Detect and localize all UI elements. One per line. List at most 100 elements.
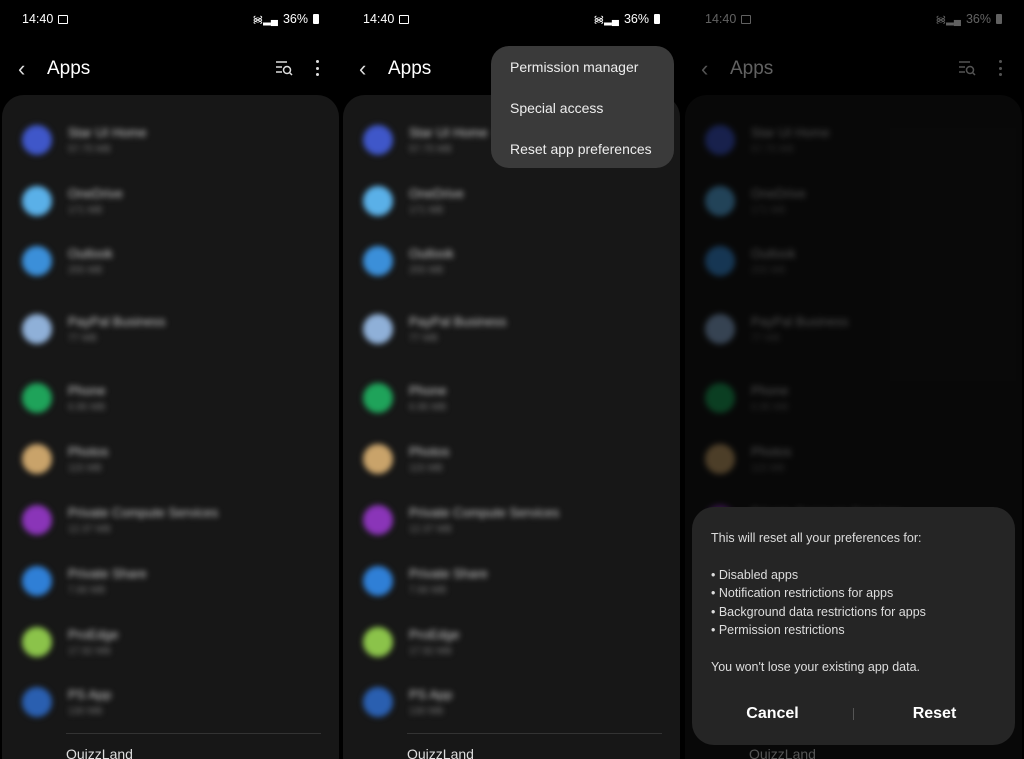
list-item[interactable]: Outlook 255 MB — [2, 230, 339, 291]
filter-search-icon[interactable] — [275, 60, 293, 76]
app-icon — [22, 627, 52, 657]
phone-screen-1: 14:40 ᯼▂▄ 36% ‹ Apps Star UI Home 57.75 M… — [0, 0, 341, 759]
app-icon — [22, 383, 52, 413]
list-item[interactable]: Phone 6.95 MB — [343, 367, 680, 428]
status-bar: 14:40 ᯼▂▄ 36% — [363, 11, 660, 27]
app-size: 7.66 MB — [409, 585, 447, 596]
app-name: PayPal Business — [68, 314, 166, 329]
dialog-bullet: • Disabled apps — [711, 567, 799, 582]
app-size: 6.95 MB — [68, 402, 106, 413]
app-icon — [22, 125, 52, 155]
app-name: Outlook — [68, 246, 113, 261]
app-size: 57.75 MB — [409, 144, 452, 155]
gallery-notification-icon — [58, 14, 69, 24]
reset-preferences-dialog: This will reset all your preferences for… — [692, 507, 1015, 745]
more-options-icon[interactable] — [315, 60, 319, 76]
app-name: Star UI Home — [409, 125, 488, 140]
app-icon — [363, 505, 393, 535]
app-icon — [363, 186, 393, 216]
app-size: 255 MB — [409, 265, 444, 276]
app-size: 57.75 MB — [68, 144, 111, 155]
app-name: Outlook — [409, 246, 454, 261]
cancel-button[interactable]: Cancel — [692, 705, 853, 723]
app-icon — [363, 314, 393, 344]
dialog-intro: This will reset all your preferences for… — [711, 531, 922, 545]
battery-level: 36% — [623, 12, 649, 26]
back-arrow-icon[interactable]: ‹ — [18, 56, 25, 82]
app-icon — [363, 383, 393, 413]
app-size: 7.66 MB — [68, 585, 106, 596]
app-icon — [22, 314, 52, 344]
app-icon — [22, 246, 52, 276]
app-name: PS App — [68, 687, 112, 702]
list-item[interactable]: Private Compute Services 12.37 MB — [2, 489, 339, 550]
list-item[interactable]: Star UI Home 57.75 MB — [2, 109, 339, 170]
app-icon — [22, 444, 52, 474]
app-icon — [363, 687, 393, 717]
app-name: PS App — [409, 687, 453, 702]
menu-item-special-access[interactable]: Special access — [491, 100, 674, 141]
overflow-menu: Permission manager Special access Reset … — [491, 46, 674, 168]
app-icon — [363, 444, 393, 474]
app-size: 130 MB — [68, 706, 103, 717]
app-size: 17.92 MB — [409, 646, 452, 657]
list-item[interactable]: ProEdge 17.92 MB — [343, 611, 680, 672]
battery-icon — [654, 14, 660, 24]
app-icon — [363, 566, 393, 596]
list-item[interactable]: Photos 115 MB — [343, 428, 680, 489]
page-title: Apps — [47, 58, 91, 79]
list-item-quizzland[interactable]: QuizzLand — [66, 746, 133, 759]
app-size: 255 MB — [68, 265, 103, 276]
app-icon — [22, 186, 52, 216]
list-item-quizzland[interactable]: QuizzLand — [407, 746, 474, 759]
menu-item-permission-manager[interactable]: Permission manager — [491, 59, 674, 100]
list-item[interactable]: Photos 115 MB — [2, 428, 339, 489]
app-size: 77 MB — [68, 333, 97, 344]
app-name: Private Compute Services — [68, 505, 219, 520]
app-list: Star UI Home 57.75 MB OneDrive 171 MB Ou… — [343, 95, 680, 759]
page-title: Apps — [388, 58, 432, 79]
list-item[interactable]: PS App 130 MB — [343, 671, 680, 732]
app-list: Star UI Home 57.75 MB OneDrive 171 MB Ou… — [2, 95, 339, 759]
app-name: OneDrive — [68, 186, 123, 201]
dialog-note: You won't lose your existing app data. — [711, 659, 921, 674]
list-item[interactable]: Outlook 255 MB — [343, 230, 680, 291]
app-size: 12.37 MB — [68, 524, 111, 535]
list-item[interactable]: PayPal Business 77 MB — [343, 298, 680, 359]
app-size: 171 MB — [68, 205, 103, 216]
app-size: 171 MB — [409, 205, 444, 216]
app-icon — [363, 627, 393, 657]
menu-item-reset-app-preferences[interactable]: Reset app preferences — [491, 141, 674, 182]
list-item[interactable]: Private Compute Services 12.37 MB — [343, 489, 680, 550]
app-icon — [363, 125, 393, 155]
status-bar: 14:40 ᯼▂▄ 36% — [22, 11, 319, 27]
list-item[interactable]: Phone 6.95 MB — [2, 367, 339, 428]
dialog-bullet: • Notification restrictions for apps — [711, 586, 894, 600]
divider — [407, 733, 662, 734]
divider — [66, 733, 321, 734]
app-size: 115 MB — [68, 463, 102, 474]
clock: 14:40 — [22, 12, 54, 26]
list-item[interactable]: OneDrive 171 MB — [2, 170, 339, 231]
app-size: 130 MB — [409, 706, 444, 717]
app-name: Phone — [68, 383, 106, 398]
list-item[interactable]: PayPal Business 77 MB — [2, 298, 339, 359]
list-item[interactable]: ProEdge 17.92 MB — [2, 611, 339, 672]
reset-button[interactable]: Reset — [854, 705, 1015, 723]
app-size: 17.92 MB — [68, 646, 111, 657]
app-icon — [363, 246, 393, 276]
app-name: Star UI Home — [68, 125, 147, 140]
app-size: 12.37 MB — [409, 524, 452, 535]
list-item[interactable]: PS App 130 MB — [2, 671, 339, 732]
app-icon — [22, 566, 52, 596]
app-size: 77 MB — [409, 333, 438, 344]
app-name: Private Share — [68, 566, 147, 581]
list-item[interactable]: Private Share 7.66 MB — [2, 550, 339, 611]
back-arrow-icon[interactable]: ‹ — [359, 56, 366, 82]
app-name: Photos — [68, 444, 109, 459]
app-size: 115 MB — [409, 463, 443, 474]
app-icon — [22, 505, 52, 535]
wifi-signal-icon: ᯼▂▄ — [593, 15, 619, 26]
list-item[interactable]: Private Share 7.66 MB — [343, 550, 680, 611]
battery-icon — [313, 14, 319, 24]
